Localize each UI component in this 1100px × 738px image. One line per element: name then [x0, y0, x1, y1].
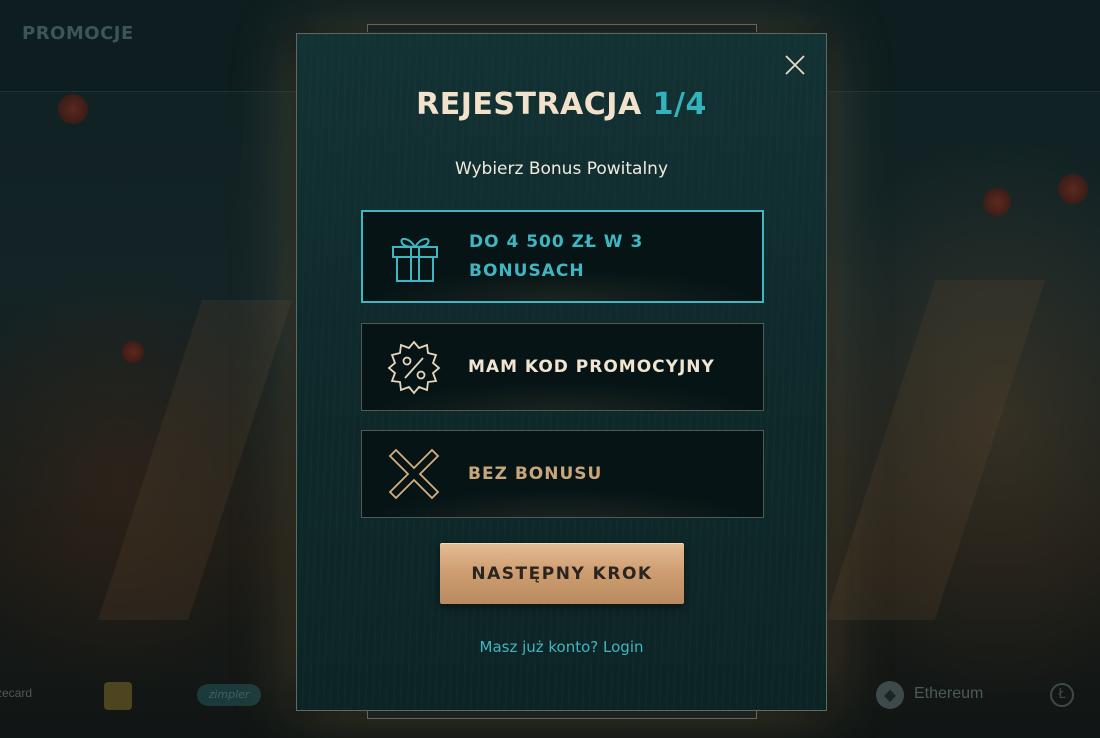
option-promo-code[interactable]: MAM KOD PROMOCYJNY [361, 323, 764, 411]
option-no-bonus[interactable]: BEZ BONUSU [361, 430, 764, 518]
background-payment-zimpler: zimpler [197, 684, 261, 706]
background-orb [122, 341, 144, 363]
modal-frame-decor [367, 711, 757, 719]
next-step-button[interactable]: NASTĘPNY KROK [440, 543, 684, 604]
background-payment-card-icon [104, 682, 132, 710]
cross-icon [386, 446, 442, 502]
login-link[interactable]: Masz już konto? Login [297, 638, 826, 656]
option-promo-code-label: MAM KOD PROMOCYJNY [468, 356, 715, 377]
close-button[interactable] [784, 54, 806, 76]
background-orb [983, 188, 1011, 216]
background-decor [824, 280, 1046, 620]
background-payment-ethereum: Ethereum [914, 685, 984, 702]
title-text: REJESTRACJA [416, 87, 642, 122]
option-welcome-bonus[interactable]: DO 4 500 ZŁ W 3 BONUSACH [361, 210, 764, 303]
step-counter: 1/4 [652, 87, 707, 122]
modal-title: REJESTRACJA 1/4 [297, 87, 826, 122]
modal-subtitle: Wybierz Bonus Powitalny [454, 159, 669, 179]
background-orb [58, 94, 88, 124]
close-icon [785, 55, 805, 75]
background-orb [1058, 174, 1088, 204]
ethereum-icon: ◆ [876, 681, 904, 709]
registration-modal: REJESTRACJA 1/4 Wybierz Bonus Powitalny … [296, 24, 827, 719]
background-payment-ecard: zecard [0, 686, 33, 700]
option-welcome-bonus-label: DO 4 500 ZŁ W 3 BONUSACH [469, 231, 644, 281]
option-no-bonus-label: BEZ BONUSU [468, 463, 603, 484]
modal-frame-decor [367, 24, 757, 32]
litecoin-icon: Ł [1050, 683, 1074, 707]
gift-icon [387, 229, 443, 285]
background-nav-promocje: PROMOCJE [22, 23, 134, 44]
percent-badge-icon [386, 339, 442, 395]
